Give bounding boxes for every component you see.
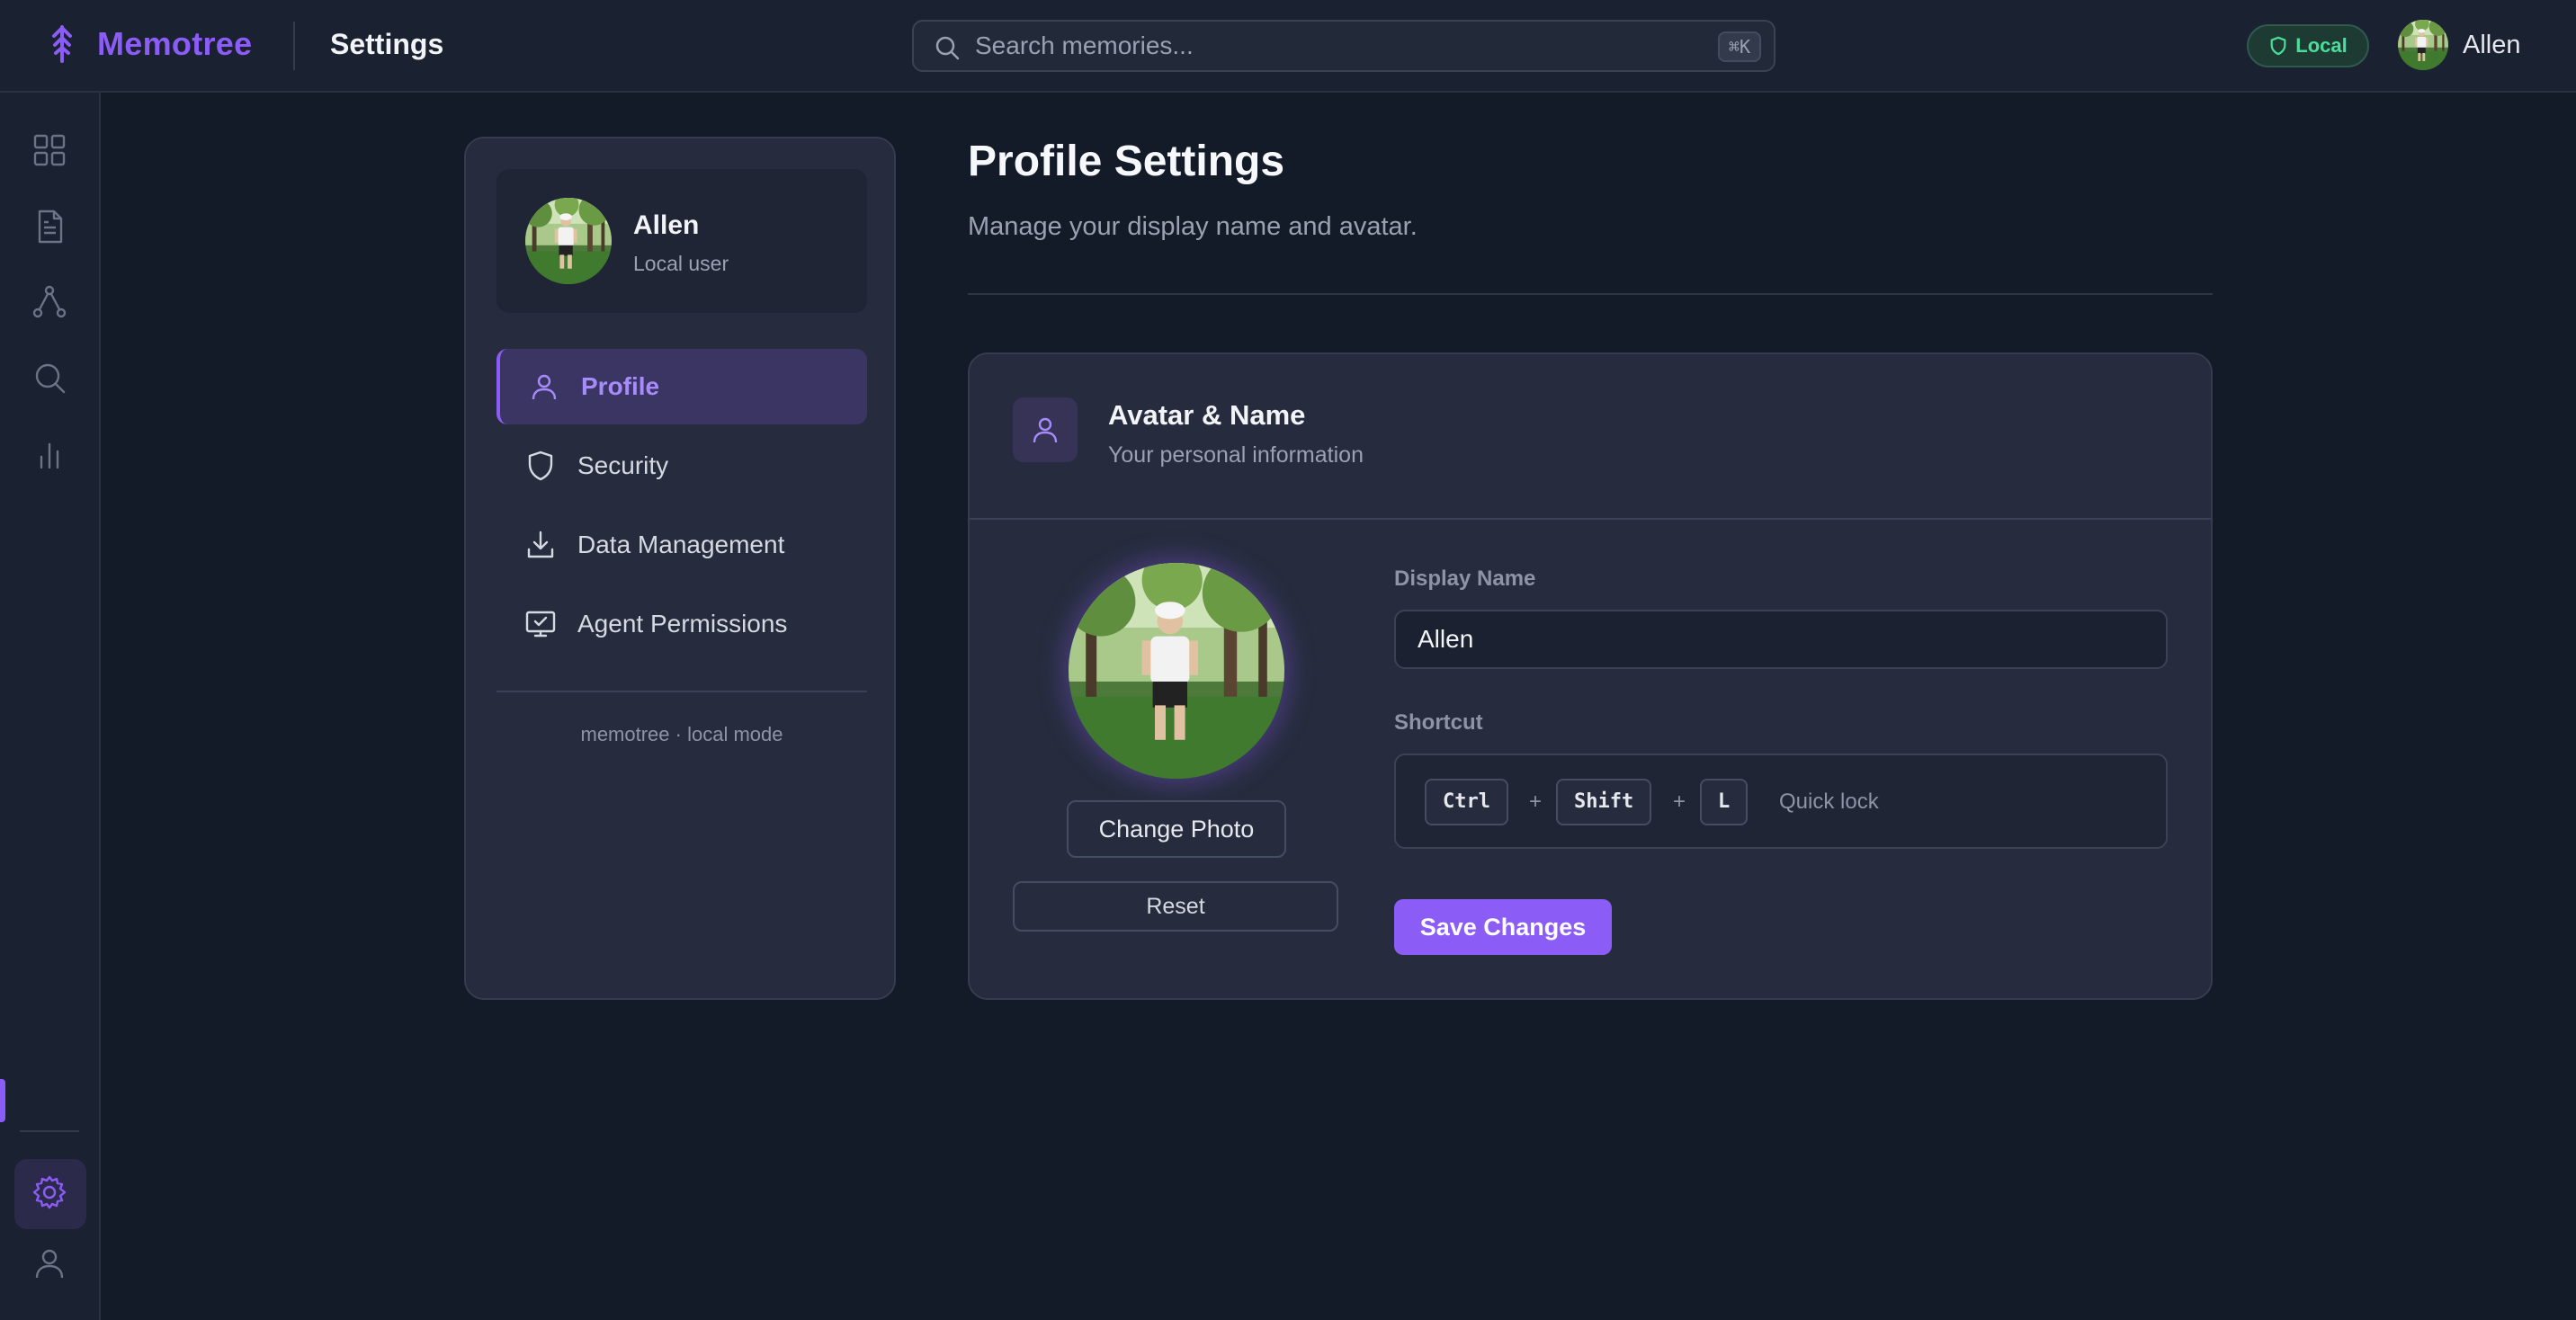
user-avatar[interactable] bbox=[2398, 20, 2448, 70]
save-changes-button[interactable]: Save Changes bbox=[1394, 899, 1612, 955]
brand[interactable]: Memotree bbox=[47, 23, 252, 65]
shortcut-plus: + bbox=[1529, 789, 1543, 814]
rail-divider bbox=[20, 1130, 79, 1132]
shortcut-key-shift: Shift bbox=[1556, 779, 1652, 825]
avatar-name-card: Avatar & Name Your personal information … bbox=[968, 352, 2213, 1000]
display-name-label: Display Name bbox=[1394, 566, 1536, 591]
avatar-photo bbox=[2398, 20, 2448, 70]
avatar-photo bbox=[1069, 563, 1284, 779]
shortcut-key-l: L bbox=[1700, 779, 1749, 825]
page-section-title: Settings bbox=[330, 28, 444, 60]
search-icon bbox=[935, 36, 960, 60]
sidebar-item-label: Profile bbox=[581, 372, 660, 400]
profile-avatar bbox=[1069, 563, 1284, 779]
search-icon[interactable] bbox=[31, 359, 68, 397]
shortcut-field[interactable]: Ctrl + Shift + L Quick lock bbox=[1394, 754, 2168, 849]
sidebar-item-agent-permissions[interactable]: Agent Permissions bbox=[496, 586, 867, 662]
user-role: Local user bbox=[633, 252, 729, 275]
sidebar-item-security[interactable]: Security bbox=[496, 428, 867, 504]
icon-rail bbox=[0, 93, 101, 1320]
download-icon bbox=[527, 531, 554, 558]
avatar bbox=[525, 198, 612, 284]
grid-icon[interactable] bbox=[31, 131, 68, 169]
settings-sidebar: Allen Local user Profile Security Data M… bbox=[464, 137, 896, 1000]
top-username[interactable]: Allen bbox=[2463, 31, 2521, 60]
local-badge-label: Local bbox=[2295, 34, 2348, 57]
sidebar-item-data-management[interactable]: Data Management bbox=[496, 507, 867, 583]
search-bar[interactable]: ⌘K bbox=[912, 20, 1775, 72]
search-input[interactable] bbox=[975, 22, 1659, 70]
sidebar-item-label: Agent Permissions bbox=[577, 610, 788, 638]
user-icon bbox=[1033, 417, 1058, 443]
page-divider bbox=[968, 293, 2213, 295]
shield-icon bbox=[528, 450, 553, 481]
change-photo-button[interactable]: Change Photo bbox=[1067, 800, 1286, 858]
monitor-check-icon bbox=[525, 611, 556, 638]
shield-icon bbox=[2270, 36, 2286, 56]
document-icon[interactable] bbox=[31, 208, 68, 245]
user-name: Allen bbox=[633, 210, 700, 240]
settings-icon[interactable] bbox=[31, 1173, 68, 1211]
shortcut-description: Quick lock bbox=[1779, 789, 1879, 814]
sidebar-item-label: Security bbox=[577, 451, 669, 479]
sidebar-footer: memotree · local mode bbox=[580, 723, 783, 745]
local-mode-badge: Local bbox=[2247, 24, 2369, 67]
sidebar-divider bbox=[496, 691, 867, 692]
shortcut-plus: + bbox=[1673, 789, 1686, 814]
display-name-field[interactable] bbox=[1394, 610, 2168, 669]
page-title: Profile Settings bbox=[968, 138, 1285, 185]
card-title: Avatar & Name bbox=[1108, 399, 1306, 431]
avatar-photo bbox=[525, 198, 612, 284]
card-subtitle: Your personal information bbox=[1108, 442, 1364, 468]
topbar-divider bbox=[293, 22, 295, 70]
tree-logo-icon bbox=[52, 25, 72, 63]
sidebar-item-profile[interactable]: Profile bbox=[496, 349, 867, 424]
search-shortcut-hint: ⌘K bbox=[1717, 31, 1761, 62]
user-icon[interactable] bbox=[31, 1244, 68, 1282]
shortcut-key-ctrl: Ctrl bbox=[1425, 779, 1508, 825]
brand-name: Memotree bbox=[97, 25, 253, 62]
rail-active-indicator bbox=[0, 1079, 5, 1122]
user-summary: Allen Local user bbox=[496, 169, 867, 313]
page-subtitle: Manage your display name and avatar. bbox=[968, 212, 1418, 241]
top-bar: Memotree Settings ⌘K Local Allen bbox=[0, 0, 2576, 93]
shortcut-label: Shortcut bbox=[1394, 710, 1483, 735]
user-icon bbox=[532, 374, 557, 400]
card-header-icon bbox=[1013, 397, 1078, 462]
chart-icon[interactable] bbox=[31, 435, 68, 473]
reset-button[interactable]: Reset bbox=[1013, 881, 1338, 932]
card-divider bbox=[970, 518, 2211, 520]
sidebar-item-label: Data Management bbox=[577, 531, 785, 558]
graph-icon[interactable] bbox=[31, 283, 68, 321]
